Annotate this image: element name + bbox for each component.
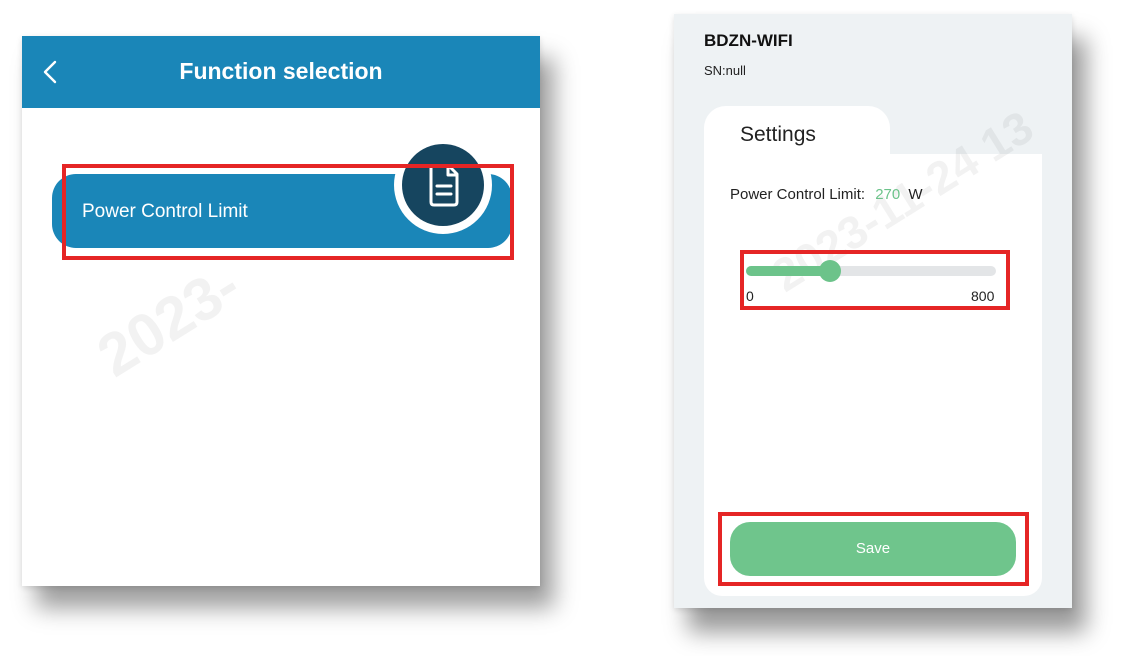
power-control-limit-label: Power Control Limit: [730, 186, 866, 203]
power-control-limit-unit: W [908, 186, 923, 203]
power-control-limit-value: 270 [875, 186, 901, 203]
device-serial-number: SN:null [704, 63, 746, 78]
slider-thumb[interactable] [819, 260, 842, 282]
document-icon-graphic [429, 164, 459, 207]
device-name: BDZN-WIFI [704, 31, 793, 50]
document-icon[interactable] [402, 144, 484, 226]
slider-min-label: 0 [746, 288, 754, 304]
slider-max-label: 800 [971, 288, 995, 304]
save-button[interactable]: Save [730, 522, 1016, 576]
settings-tab-label: Settings [740, 123, 816, 146]
device-settings-screen: BDZN-WIFI SN:null Settings 2023-11-24 13… [674, 14, 1072, 608]
header-bar: Function selection [22, 36, 540, 108]
power-control-limit-row: Power Control Limit: 270 W [730, 186, 923, 203]
function-selection-screen: Function selection 2023- Power Control L… [22, 36, 540, 586]
page-title: Function selection [179, 58, 383, 84]
power-limit-slider[interactable] [746, 260, 996, 282]
watermark: 2023- [85, 251, 252, 390]
settings-panel: 2023-11-24 13 Power Control Limit: 270 W… [704, 100, 1042, 596]
slider-fill [746, 266, 831, 276]
function-item-label: Power Control Limit [82, 201, 248, 222]
